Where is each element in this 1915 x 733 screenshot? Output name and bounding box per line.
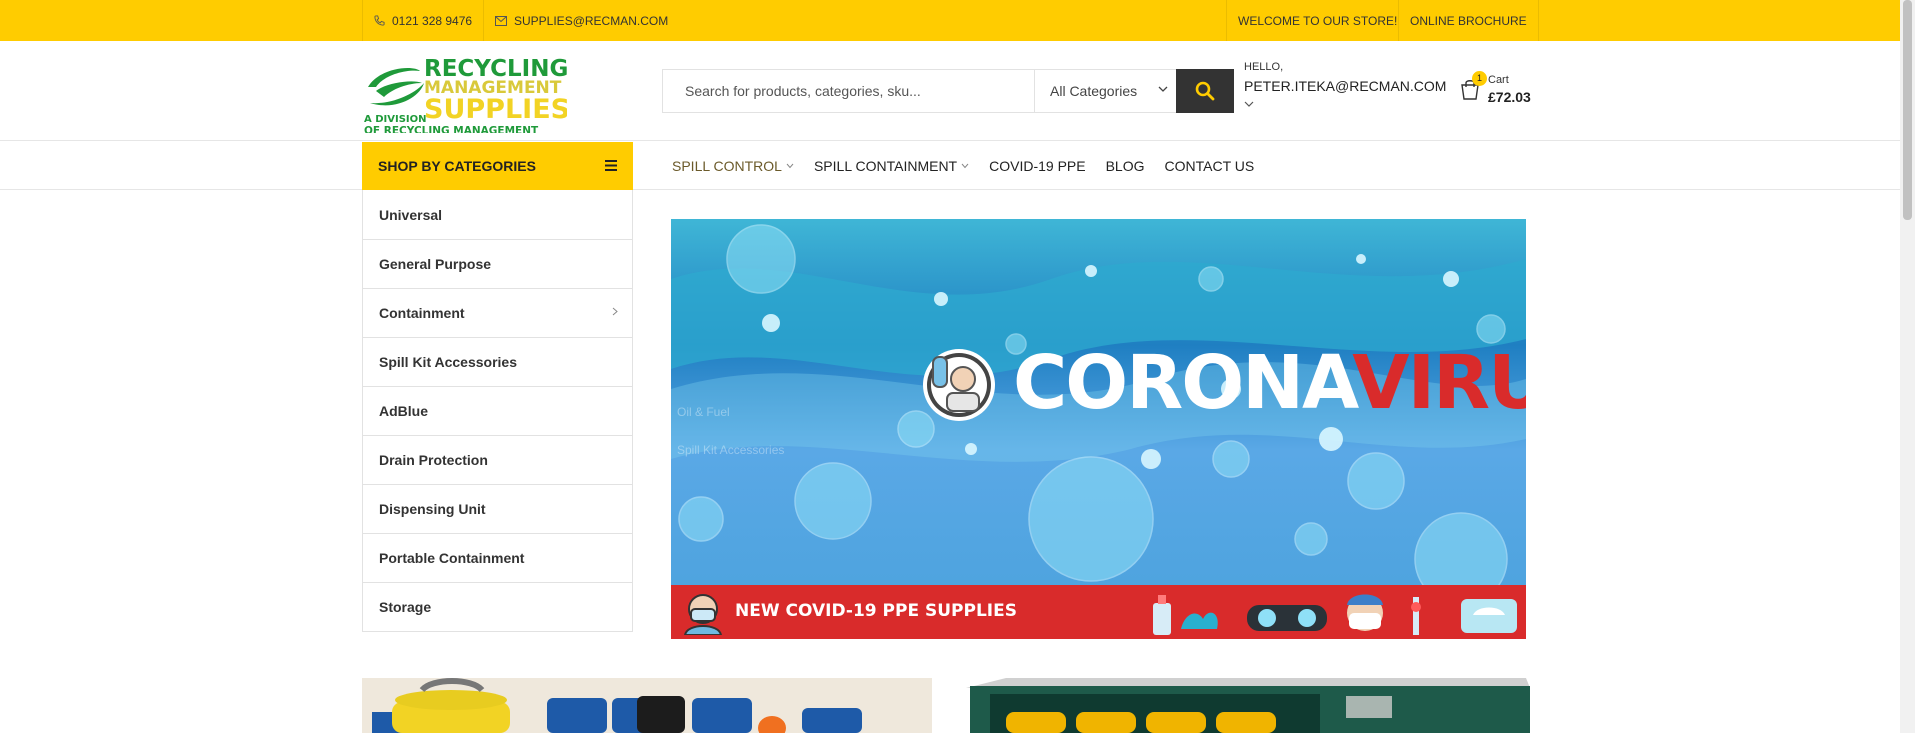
nav-blog[interactable]: BLOG <box>1106 158 1145 174</box>
category-select-value: All Categories <box>1050 83 1138 99</box>
logo-line3: SUPPLIES <box>424 94 567 125</box>
promo-tile-containment[interactable] <box>362 678 932 733</box>
category-sidebar: Universal General Purpose Containment Sp… <box>362 190 633 632</box>
ppe-items-icon <box>1153 594 1517 635</box>
search-bar: All Categories <box>662 69 1234 113</box>
sidebar-item-storage[interactable]: Storage <box>363 582 632 631</box>
phone-number: 0121 328 9476 <box>392 13 473 28</box>
ghost-menu-item: Spill Kit Accessories <box>677 443 785 457</box>
email-link[interactable]: SUPPLIES@RECMAN.COM <box>483 0 679 41</box>
sidebar-item-drain-protection[interactable]: Drain Protection <box>363 435 632 484</box>
welcome-text: WELCOME TO OUR STORE! <box>1226 0 1408 41</box>
category-select[interactable]: All Categories <box>1034 70 1180 112</box>
main-navigation: SPILL CONTROL SPILL CONTAINMENT COVID-19… <box>672 142 1274 190</box>
doctor-icon <box>683 594 723 635</box>
account-menu[interactable]: HELLO, PETER.ITEKA@RECMAN.COM <box>1244 61 1447 131</box>
barrels-image <box>362 678 932 733</box>
storage-unit-image <box>966 678 1530 733</box>
menu-icon <box>605 160 617 171</box>
nav-contact-us[interactable]: CONTACT US <box>1165 158 1255 174</box>
phone-icon <box>374 15 385 26</box>
ghost-menu-item: Oil & Fuel <box>677 405 730 419</box>
scrollbar-thumb[interactable] <box>1903 0 1912 220</box>
sidebar-item-containment[interactable]: Containment <box>363 288 632 337</box>
envelope-icon <box>495 15 507 26</box>
sidebar-item-dispensing-unit[interactable]: Dispensing Unit <box>363 484 632 533</box>
chevron-right-icon <box>612 307 618 316</box>
logo-sub2: OF RECYCLING MANAGEMENT <box>364 125 539 133</box>
sidebar-item-adblue[interactable]: AdBlue <box>363 386 632 435</box>
sidebar-item-universal[interactable]: Universal <box>363 190 632 239</box>
sidebar-item-spill-kit-accessories[interactable]: Spill Kit Accessories <box>363 337 632 386</box>
promo-tile-storage[interactable] <box>966 678 1530 733</box>
search-button[interactable] <box>1176 69 1234 113</box>
page-scrollbar[interactable] <box>1900 0 1915 733</box>
sidebar-item-general-purpose[interactable]: General Purpose <box>363 239 632 288</box>
cart-label: Cart <box>1488 74 1509 86</box>
nav-spill-containment[interactable]: SPILL CONTAINMENT <box>814 158 969 174</box>
chevron-down-icon <box>1158 86 1168 92</box>
nav-covid-ppe[interactable]: COVID-19 PPE <box>989 158 1085 174</box>
top-bar: 0121 328 9476 SUPPLIES@RECMAN.COM WELCOM… <box>0 0 1900 41</box>
cart-total: £72.03 <box>1488 89 1531 105</box>
chevron-down-icon <box>786 163 794 169</box>
account-greeting: HELLO, <box>1244 61 1284 73</box>
chevron-down-icon <box>1244 101 1254 107</box>
email-address: SUPPLIES@RECMAN.COM <box>514 13 669 28</box>
logo-sub1: A DIVISION <box>364 114 427 125</box>
phone-link[interactable]: 0121 328 9476 <box>362 0 483 41</box>
banner-title: CORONAVIRUS <box>1013 340 1526 426</box>
nav-spill-control[interactable]: SPILL CONTROL <box>672 158 794 174</box>
account-email: PETER.ITEKA@RECMAN.COM <box>1244 78 1447 94</box>
site-logo[interactable]: RECYCLING MANAGEMENT SUPPLIES A DIVISION… <box>362 53 570 137</box>
cart-button[interactable]: 1 Cart £72.03 <box>1458 71 1538 121</box>
banner-strip-text: NEW COVID-19 PPE SUPPLIES <box>735 601 1017 621</box>
shop-by-categories-label: SHOP BY CATEGORIES <box>378 158 536 174</box>
search-input[interactable] <box>663 70 1035 112</box>
search-icon <box>1195 81 1215 101</box>
online-brochure-link[interactable]: ONLINE BROCHURE <box>1398 0 1539 41</box>
banner-title-red: VIRUS <box>1352 340 1526 426</box>
banner-title-white: CORONA <box>1013 340 1354 426</box>
shop-by-categories-button[interactable]: SHOP BY CATEGORIES <box>362 142 633 190</box>
sidebar-item-portable-containment[interactable]: Portable Containment <box>363 533 632 582</box>
hero-banner[interactable]: CORONAVIRUS Oil & Fuel Spill Kit Accesso… <box>671 219 1526 639</box>
chevron-down-icon <box>961 163 969 169</box>
navigation-row: SHOP BY CATEGORIES SPILL CONTROL SPILL C… <box>0 142 1900 190</box>
cart-count-badge: 1 <box>1472 71 1487 86</box>
site-header: RECYCLING MANAGEMENT SUPPLIES A DIVISION… <box>0 41 1900 141</box>
